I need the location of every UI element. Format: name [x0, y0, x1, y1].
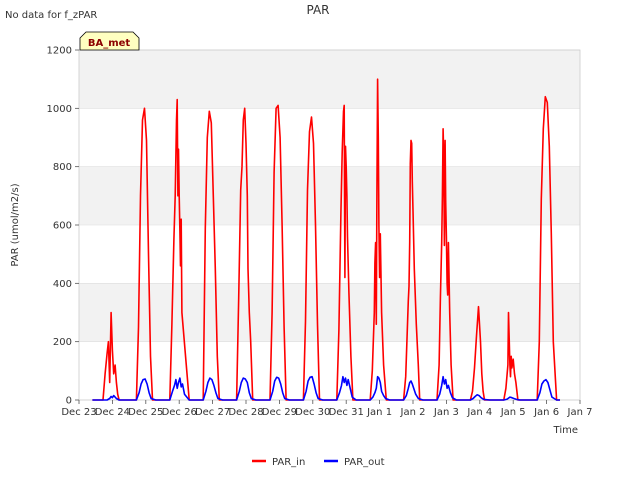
- background-band: [79, 166, 580, 225]
- y-tick-label: 1200: [47, 46, 72, 57]
- y-tick-label: 0: [66, 396, 72, 407]
- par-chart: No data for f_zPAR PAR 0 200 400 600 800 1000…: [5, 3, 592, 468]
- x-tick-label: Jan 2: [400, 407, 426, 418]
- x-axis-label: Time: [553, 425, 578, 436]
- series-layer: [92, 78, 560, 401]
- x-tick-label: Jan 6: [533, 407, 559, 418]
- x-tick-label: Jan 5: [500, 407, 526, 418]
- background-band: [79, 283, 580, 342]
- x-tick-label: Dec 29: [262, 407, 297, 418]
- x-tick-label: Dec 30: [295, 407, 330, 418]
- x-tick-label: Dec 31: [329, 407, 364, 418]
- series-line-par-out: [92, 375, 560, 401]
- x-tick-label: Dec 24: [95, 407, 130, 418]
- series-line-par-in: [92, 78, 560, 401]
- legend: PAR_in PAR_out: [252, 457, 385, 468]
- x-tick-label: Dec 28: [228, 407, 263, 418]
- x-tick-label: Jan 7: [567, 407, 593, 418]
- y-tick-label: 600: [53, 221, 72, 232]
- ba-met-badge: BA_met: [79, 31, 140, 51]
- x-tick-label: Dec 25: [128, 407, 163, 418]
- x-tick-label: Dec 27: [195, 407, 230, 418]
- legend-label-par-out: PAR_out: [344, 457, 385, 468]
- plot-background-bands: [79, 50, 580, 342]
- y-tick-label: 1000: [47, 104, 72, 115]
- y-tick-label: 800: [53, 162, 72, 173]
- x-tick-label: Jan 3: [433, 407, 459, 418]
- background-band: [79, 50, 580, 109]
- x-tick-label: Jan 4: [466, 407, 492, 418]
- y-axis-label: PAR (umol/m2/s): [10, 183, 21, 266]
- x-tick-label: Dec 23: [61, 407, 96, 418]
- chart-title: PAR: [306, 3, 329, 17]
- y-tick-label: 200: [53, 337, 72, 348]
- y-tick-label: 400: [53, 279, 72, 290]
- y-axis-ticks: 0 200 400 600 800 1000 1200: [47, 46, 79, 407]
- legend-label-par-in: PAR_in: [272, 457, 305, 468]
- x-axis-ticks: Dec 23Dec 24Dec 25Dec 26Dec 27Dec 28Dec …: [61, 400, 592, 418]
- no-data-note: No data for f_zPAR: [5, 10, 97, 21]
- x-tick-label: Jan 1: [366, 407, 392, 418]
- x-tick-label: Dec 26: [162, 407, 197, 418]
- badge-text: BA_met: [88, 38, 131, 49]
